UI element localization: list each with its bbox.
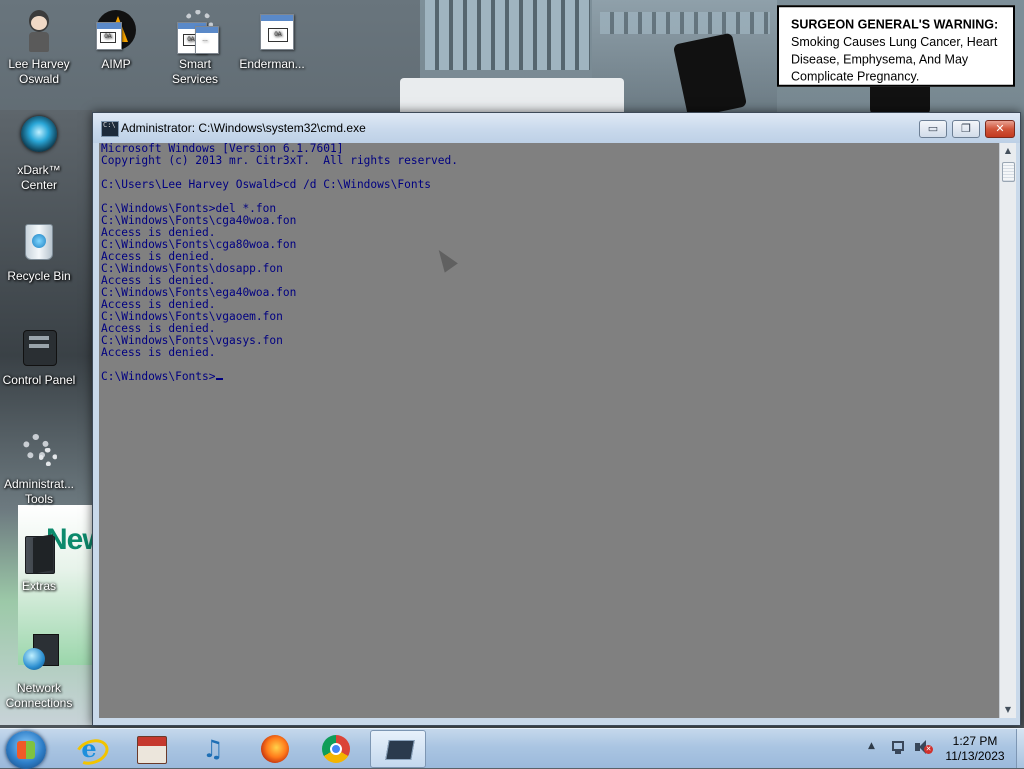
console-line: C:\Users\Lee Harvey Oswald>cd /d C:\Wind…: [101, 178, 432, 191]
cmd-icon: [385, 740, 415, 760]
desktop-icon-recycle-bin[interactable]: Recycle Bin: [1, 222, 77, 284]
scroll-down-button[interactable]: ▼: [1000, 702, 1016, 718]
console-prompt: C:\Windows\Fonts>: [101, 370, 216, 383]
folder-icon: [17, 532, 61, 576]
minimize-button[interactable]: ▭: [919, 120, 947, 138]
console-line: C:\Windows\Fonts\vgaoem.fon: [101, 310, 283, 323]
window-title-bar[interactable]: Administrator: C:\Windows\system32\cmd.e…: [93, 113, 1020, 143]
console-line: C:\Windows\Fonts\cga40woa.fon: [101, 214, 297, 227]
vertical-scrollbar[interactable]: ▲ ▼: [999, 143, 1016, 718]
gears-icon: [17, 430, 61, 474]
desktop-icon-control-panel[interactable]: Control Panel: [1, 326, 77, 388]
warning-heading: SURGEON GENERAL'S WARNING:: [791, 17, 999, 32]
start-button[interactable]: [6, 731, 46, 769]
desktop-icon-label: Control Panel: [2, 373, 76, 387]
clock-date: 11/13/2023: [945, 749, 1005, 763]
taskbar-firefox[interactable]: [247, 730, 303, 768]
control-panel-icon: [17, 326, 61, 370]
taskbar-store[interactable]: [123, 730, 179, 768]
scroll-thumb[interactable]: [1002, 162, 1015, 182]
music-icon: ♫: [202, 735, 224, 763]
desktop-icon-smart-services[interactable]: 0A … Smart Services: [157, 10, 233, 87]
aimp-icon: 0A: [94, 10, 138, 54]
internet-explorer-icon: e: [81, 734, 97, 763]
desktop-icon-label: Smart Services: [171, 57, 218, 86]
desktop-icon-label: xDark™ Center: [17, 163, 61, 192]
console-output[interactable]: Microsoft Windows [Version 6.1.7601] Copy…: [99, 143, 999, 718]
desktop-icon-xdark-center[interactable]: xDark™ Center: [1, 116, 77, 193]
store-icon: [137, 736, 167, 764]
taskbar-music[interactable]: ♫: [185, 730, 241, 768]
network-globe-icon: [17, 634, 61, 678]
warning-text: Smoking Causes Lung Cancer, Heart Diseas…: [791, 34, 998, 84]
window-title: Administrator: C:\Windows\system32\cmd.e…: [121, 121, 366, 135]
close-button[interactable]: ✕: [985, 120, 1015, 138]
console-line: C:\Windows\Fonts\cga80woa.fon: [101, 238, 297, 251]
desktop-icon-label: Administrat... Tools: [3, 477, 75, 506]
show-hidden-icons-button[interactable]: ▲: [868, 741, 875, 751]
desktop-icon-label: Recycle Bin: [7, 269, 71, 283]
chrome-icon: [322, 735, 350, 763]
taskbar: e ♫ ▲ ✕ 1:27 PM 11/13/2023: [0, 728, 1024, 769]
text-cursor: [215, 378, 223, 380]
network-tray-icon[interactable]: [890, 739, 906, 755]
gear-document-icon: 0A …: [173, 10, 219, 54]
desktop-icon-label: AIMP: [101, 57, 131, 71]
desktop-icon-network-connections[interactable]: Network Connections: [1, 634, 77, 711]
taskbar-chrome[interactable]: [308, 730, 364, 768]
taskbar-internet-explorer[interactable]: e: [61, 730, 117, 768]
desktop-icon-label: Network Connections: [5, 681, 73, 710]
clock-time: 1:27 PM: [952, 734, 998, 748]
console-line: Access is denied.: [101, 346, 216, 359]
scroll-up-button[interactable]: ▲: [1000, 143, 1016, 159]
desktop-icon-enderman[interactable]: 0A Enderman...: [234, 10, 310, 72]
xdark-orb-icon: [17, 116, 61, 160]
console-text: Microsoft Windows [Version 6.1.7601] Copy…: [99, 143, 999, 371]
desktop-icon-label: Extras: [21, 579, 56, 593]
maximize-button[interactable]: ❐: [952, 120, 980, 138]
system-clock[interactable]: 1:27 PM 11/13/2023: [936, 734, 1014, 764]
surgeon-general-warning-sign: SURGEON GENERAL'S WARNING: Smoking Cause…: [777, 5, 1015, 87]
show-desktop-button[interactable]: [1016, 729, 1024, 768]
console-line: Copyright (c) 2013 mr. Citr3xT. All righ…: [101, 154, 458, 167]
console-line: C:\Windows\Fonts\vgasys.fon: [101, 334, 283, 347]
desktop-icon-administrative-tools[interactable]: Administrat... Tools: [1, 430, 77, 507]
wallpaper-building: [425, 0, 590, 70]
cmd-icon: [101, 121, 119, 137]
desktop-icon-label: Lee Harvey Oswald: [8, 57, 70, 86]
recycle-bin-icon: [17, 222, 61, 266]
wallpaper-building: [600, 12, 770, 34]
volume-muted-icon[interactable]: ✕: [914, 739, 933, 755]
console-line: C:\Windows\Fonts\dosapp.fon: [101, 262, 283, 275]
cmd-window[interactable]: Administrator: C:\Windows\system32\cmd.e…: [92, 112, 1021, 726]
desktop-icon-lee-harvey-oswald[interactable]: Lee Harvey Oswald: [1, 10, 77, 87]
firefox-icon: [261, 735, 289, 763]
console-line: C:\Windows\Fonts\ega40woa.fon: [101, 286, 297, 299]
desktop-icon-label: Enderman...: [239, 57, 305, 71]
taskbar-cmd[interactable]: [370, 730, 426, 768]
desktop-icon-extras[interactable]: Extras: [1, 532, 77, 594]
desktop-icon-aimp[interactable]: 0A AIMP: [78, 10, 154, 72]
document-icon: 0A: [250, 10, 294, 54]
user-figure-icon: [17, 10, 61, 54]
